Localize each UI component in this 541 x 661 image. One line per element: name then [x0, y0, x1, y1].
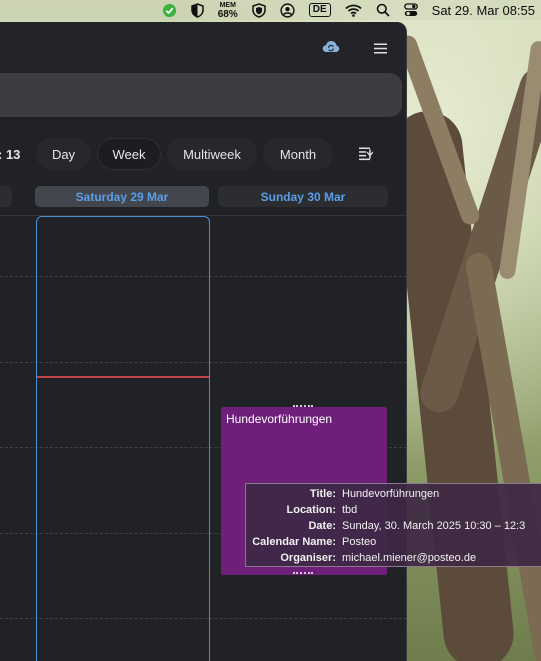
column-header-prev	[0, 186, 12, 207]
tooltip-row-calendar: Calendar Name: Posteo	[246, 536, 376, 552]
memory-usage[interactable]: MEM 68%	[218, 0, 238, 20]
column-header-label: Sunday 30 Mar	[260, 189, 346, 204]
shield-badge-icon[interactable]	[252, 0, 266, 20]
view-switcher: : 13 Day Week Multiweek Month	[0, 135, 406, 175]
resize-handle-bottom[interactable]	[293, 572, 313, 575]
user-circle-icon[interactable]	[280, 0, 295, 20]
view-day-label: Day	[51, 146, 76, 162]
hamburger-menu-icon[interactable]	[374, 41, 387, 59]
tooltip-value: Sunday, 30. March 2025 10:30 – 12:3	[342, 520, 526, 532]
check-circle-icon[interactable]	[162, 0, 177, 20]
view-multiweek-button[interactable]: Multiweek	[167, 138, 257, 170]
today-column[interactable]	[36, 216, 210, 661]
search-icon[interactable]	[376, 0, 390, 20]
shield-half-icon[interactable]	[190, 0, 204, 20]
column-header-saturday[interactable]: Saturday 29 Mar	[35, 186, 209, 207]
filter-list-icon[interactable]	[359, 147, 374, 166]
column-header-sunday[interactable]: Sunday 30 Mar	[218, 186, 388, 207]
tooltip-row-organiser: Organiser: michael.miener@posteo.de	[246, 552, 476, 568]
control-center-icon[interactable]	[403, 0, 418, 20]
tooltip-value: Hundevorführungen	[342, 488, 440, 500]
current-time-indicator	[37, 376, 209, 378]
input-source-label: DE	[308, 3, 331, 17]
tooltip-key: Title:	[309, 488, 336, 500]
cloud-sync-icon[interactable]	[322, 40, 340, 58]
view-multiweek-label: Multiweek	[183, 146, 241, 162]
memory-value: 68%	[217, 9, 238, 20]
window-titlebar	[0, 22, 406, 70]
view-month-button[interactable]: Month	[263, 138, 333, 170]
week-number: : 13	[0, 147, 21, 162]
column-header-label: Saturday 29 Mar	[75, 189, 169, 204]
view-day-button[interactable]: Day	[36, 138, 91, 170]
input-source[interactable]: DE	[308, 0, 331, 20]
tooltip-key: Calendar Name:	[252, 536, 336, 548]
event-title: Hundevorführungen	[226, 412, 333, 426]
tooltip-row-location: Location: tbd	[246, 504, 358, 520]
search-field[interactable]	[0, 73, 402, 117]
view-week-button[interactable]: Week	[97, 138, 161, 170]
tooltip-value: tbd	[342, 504, 358, 516]
tooltip-row-title: Title: Hundevorführungen	[246, 488, 439, 504]
tooltip-key: Location:	[286, 504, 337, 516]
tooltip-row-date: Date: Sunday, 30. March 2025 10:30 – 12:…	[246, 520, 525, 536]
tooltip-value: Posteo	[342, 536, 377, 548]
menu-bar: MEM 68% DE Sat 29. Mar 08:55	[0, 0, 541, 20]
view-week-label: Week	[112, 146, 146, 162]
tooltip-key: Organiser:	[280, 552, 336, 564]
resize-handle-top[interactable]	[293, 405, 313, 408]
tooltip-key: Date:	[308, 520, 336, 532]
tooltip-value: michael.miener@posteo.de	[342, 552, 477, 564]
wifi-icon[interactable]	[345, 0, 362, 20]
view-month-label: Month	[279, 146, 317, 162]
date-time: Sat 29. Mar 08:55	[431, 2, 535, 18]
event-tooltip: Title: Hundevorführungen Location: tbd D…	[245, 483, 541, 567]
clock[interactable]: Sat 29. Mar 08:55	[432, 0, 535, 20]
